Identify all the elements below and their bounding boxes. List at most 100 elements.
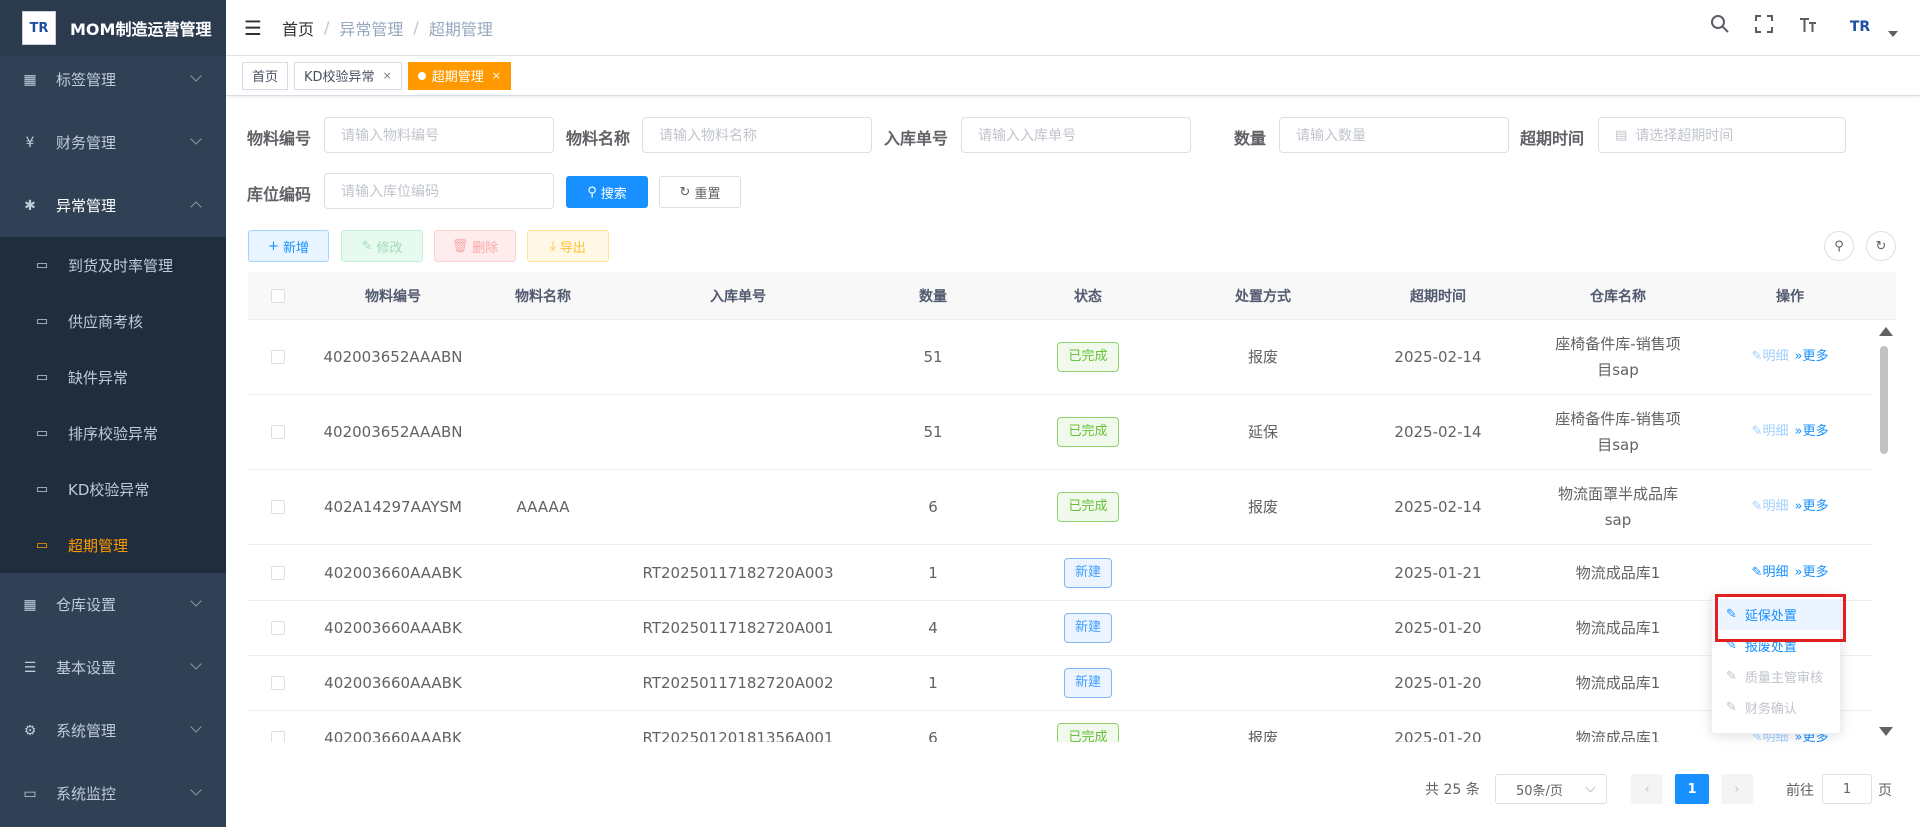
reset-button[interactable]: ↻ 重置 [659,176,741,208]
cell-material-name [478,545,608,600]
sidebar-subitem-kd-check[interactable]: ▭ KD校验异常 [0,461,226,517]
row-checkbox[interactable] [271,731,285,742]
search-button[interactable]: ⚲ 搜索 [566,176,648,208]
quantity-input[interactable]: 请输入数量 [1279,117,1509,153]
cell-overdue-time: 2025-01-20 [1394,619,1482,637]
table-row: 402003652AAABN 51 已完成 延保 2025-02-14 座椅备件库-销售项… [248,395,1872,470]
add-button[interactable]: + 新增 [248,230,329,262]
row-checkbox[interactable] [271,425,285,439]
overdue-time-picker[interactable]: ▤ 请选择超期时间 [1598,117,1846,153]
font-size-icon[interactable] [1796,14,1820,40]
cell-material-code: 402A14297AAYSM [323,498,462,516]
chevron-left-icon: ‹ [1644,781,1650,797]
detail-link-label: 明细 [1762,499,1789,514]
cell-disposal: 报废 [1247,729,1278,742]
status-badge: 已完成 [1057,417,1119,447]
bug-icon: ✱ [24,197,36,214]
sidebar-item-basic-settings[interactable]: ☰ 基本设置 [0,636,226,699]
more-link[interactable]: »更多 [1794,560,1828,586]
table-row: 402003660AAABK RT20250117182720A002 1 新建 202… [248,656,1872,711]
status-badge: 新建 [1063,557,1112,588]
close-icon[interactable]: × [383,69,392,82]
grid-icon: ▦ [23,71,37,88]
tag-home[interactable]: 首页 [242,61,289,90]
breadcrumb-separator: / [324,18,330,37]
cell-material-name [478,601,608,655]
hamburger-icon[interactable]: ☰ [244,16,262,40]
col-quantity: 数量 [919,289,947,305]
cell-material-name [478,395,608,469]
inbound-no-input[interactable]: 请输入入库单号 [961,117,1191,153]
cell-inbound-no: RT20250120181356A001 [642,729,834,742]
select-all-checkbox[interactable] [271,289,285,303]
row-checkbox[interactable] [271,350,285,364]
cell-material-name [478,711,608,742]
monitor-icon: ▭ [23,785,37,802]
detail-link[interactable]: ✎明细 [1752,560,1789,586]
refresh-table-button[interactable]: ↻ [1866,231,1896,261]
tag-label: 首页 [252,70,279,85]
status-badge: 新建 [1063,668,1112,698]
scroll-down-arrow-icon[interactable] [1879,727,1893,736]
cell-warehouse: 物流成品库1 [1575,729,1661,742]
cell-actions: ✎明细»更多 [1708,545,1872,600]
sidebar-item-exception[interactable]: ✱ 异常管理 [0,174,226,237]
cell-warehouse: 物流成品库1 [1575,619,1661,637]
sidebar-item-finance[interactable]: ¥ 财务管理 [0,111,226,174]
tags-view: 首页 KD校验异常 × 超期管理 × [226,56,1920,96]
location-code-input[interactable]: 请输入库位编码 [324,173,554,209]
avatar[interactable]: TR [1840,12,1880,42]
row-checkbox[interactable] [271,676,285,690]
cell-material-code: 402003660AAABK [324,674,462,692]
sidebar-subitem-overdue[interactable]: ▭ 超期管理 [0,517,226,573]
sidebar-subitem-arrival-rate[interactable]: ▭ 到货及时率管理 [0,237,226,293]
material-code-input[interactable]: 请输入物料编号 [324,117,554,153]
sidebar-subitem-sequence-check[interactable]: ▭ 排序校验异常 [0,405,226,461]
dropdown-finance-confirm: ✎ 财务确认 [1712,692,1840,723]
tag-overdue[interactable]: 超期管理 × [407,61,512,90]
monitor-icon: ▭ [35,369,49,385]
pagination-total: 共 25 条 [1425,782,1480,798]
chevron-down-icon [190,595,202,607]
material-name-input[interactable]: 请输入物料名称 [642,117,872,153]
header-actions: TR [1708,12,1898,42]
table-row: 402003660AAABK RT20250117182720A001 4 新建 202… [248,601,1872,656]
row-checkbox[interactable] [271,621,285,635]
select-all-cell [248,272,308,320]
goto-page-input[interactable]: 1 [1822,774,1872,804]
cell-disposal [1178,656,1348,710]
more-link-label: 更多 [1802,424,1829,439]
row-checkbox[interactable] [271,565,285,580]
sidebar-item-label-management[interactable]: ▦ 标签管理 [0,48,226,111]
status-badge: 已完成 [1057,723,1119,742]
close-icon[interactable]: × [492,69,501,82]
breadcrumb-home[interactable]: 首页 [282,16,314,40]
fullscreen-icon[interactable] [1752,14,1776,40]
prev-page-button[interactable]: ‹ [1631,774,1663,804]
sidebar-subitem-shortage[interactable]: ▭ 缺件异常 [0,349,226,405]
edit-button[interactable]: ✎ 修改 [341,230,423,262]
delete-button[interactable]: 🗑 删除 [434,230,516,262]
export-button[interactable]: ⤓ 导出 [527,230,609,262]
row-checkbox[interactable] [271,500,285,514]
sidebar-item-monitor[interactable]: ▭ 系统监控 [0,762,226,825]
sidebar-subitem-supplier-eval[interactable]: ▭ 供应商考核 [0,293,226,349]
scrollbar-thumb[interactable] [1880,346,1888,454]
tag-kd-check[interactable]: KD校验异常 × [294,61,402,90]
sidebar-item-system[interactable]: ⚙ 系统管理 [0,699,226,762]
more-link[interactable]: »更多 [1794,344,1828,370]
row-actions: ✎明细»更多 [1752,419,1829,445]
cell-quantity: 6 [928,729,938,742]
page-number-current[interactable]: 1 [1675,774,1709,804]
search-icon[interactable] [1708,14,1732,40]
more-link[interactable]: »更多 [1794,419,1828,445]
caret-down-icon[interactable] [1888,31,1898,37]
breadcrumb-current: 超期管理 [428,19,493,39]
cell-inbound-no [608,470,868,544]
next-page-button[interactable]: › [1721,774,1753,804]
toggle-search-button[interactable]: ⚲ [1824,231,1854,261]
page-size-select[interactable]: 50条/页 [1495,774,1607,804]
scroll-up-arrow-icon[interactable] [1879,327,1893,336]
sidebar-item-warehouse[interactable]: ▦ 仓库设置 [0,573,226,636]
more-link[interactable]: »更多 [1794,494,1828,520]
